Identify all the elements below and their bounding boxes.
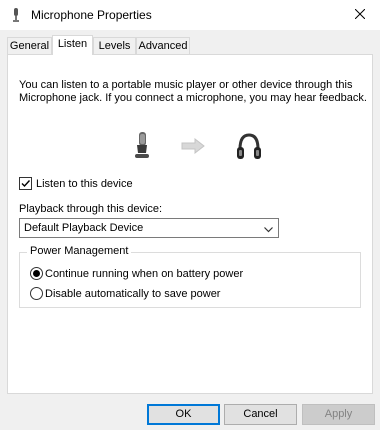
listen-checkbox[interactable] — [19, 177, 32, 190]
playback-device-select[interactable]: Default Playback Device — [19, 218, 279, 238]
continue-running-label[interactable]: Continue running when on battery power — [45, 268, 243, 280]
listen-checkbox-label[interactable]: Listen to this device — [36, 178, 133, 190]
close-icon — [354, 8, 366, 22]
arrow-right-icon — [181, 137, 205, 157]
radio-selected-dot — [33, 270, 40, 277]
listen-description: You can listen to a portable music playe… — [19, 79, 367, 104]
disable-automatically-label[interactable]: Disable automatically to save power — [45, 288, 220, 300]
ok-button[interactable]: OK — [147, 404, 220, 425]
tab-general[interactable]: General — [7, 37, 52, 54]
continue-running-radio[interactable] — [30, 267, 43, 280]
playback-label: Playback through this device: — [19, 203, 163, 215]
microphone-icon — [133, 131, 151, 164]
chevron-down-icon — [264, 224, 273, 236]
tab-levels[interactable]: Levels — [93, 37, 136, 54]
playback-device-value: Default Playback Device — [24, 222, 144, 234]
properties-dialog: Microphone Properties General Listen Lev… — [0, 0, 380, 430]
disable-automatically-radio[interactable] — [30, 287, 43, 300]
cancel-button[interactable]: Cancel — [224, 404, 297, 425]
tab-listen[interactable]: Listen — [52, 35, 93, 55]
power-management-title: Power Management — [27, 245, 132, 257]
apply-button[interactable]: Apply — [302, 404, 375, 425]
tab-advanced[interactable]: Advanced — [136, 37, 190, 54]
title-bar: Microphone Properties — [0, 0, 380, 30]
window-title: Microphone Properties — [31, 8, 152, 22]
microphone-icon — [9, 7, 23, 23]
headphones-icon — [236, 131, 262, 164]
close-button[interactable] — [340, 0, 380, 30]
